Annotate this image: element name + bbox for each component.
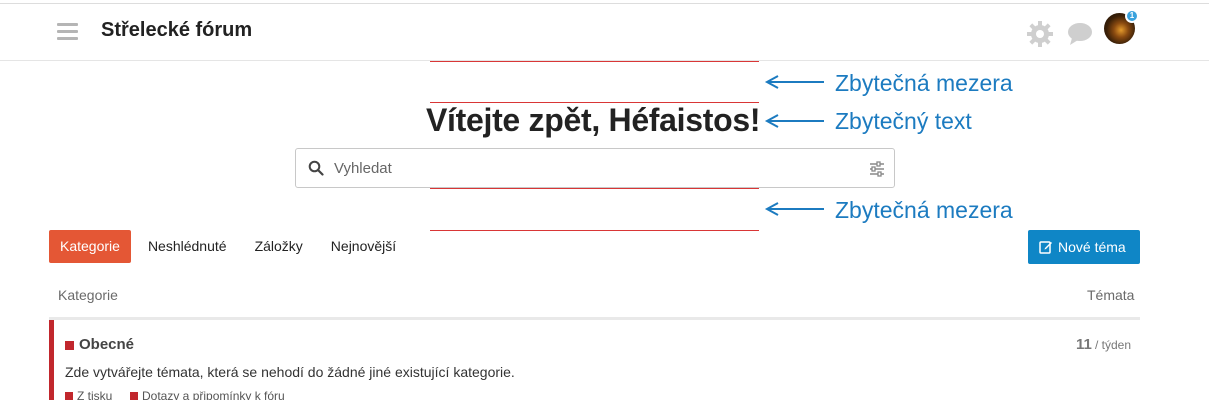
- annotation-text: Zbytečný text: [835, 108, 972, 134]
- subcategory-label: Z tisku: [77, 389, 113, 400]
- annotation-gap-top: Zbytečná mezera: [835, 70, 1013, 96]
- category-topic-period: / týden: [1095, 338, 1132, 352]
- edit-icon: [1039, 241, 1052, 254]
- category-badge: [65, 341, 74, 350]
- gear-icon[interactable]: [1026, 20, 1054, 48]
- subcategory-link[interactable]: Z tisku: [65, 389, 112, 400]
- arrow-left-icon: [764, 75, 824, 89]
- category-topic-count: 11: [1076, 336, 1092, 353]
- table-header-divider: [49, 317, 1140, 320]
- new-topic-button[interactable]: Nové téma: [1028, 230, 1140, 264]
- column-header-topics: Témata: [1087, 287, 1135, 303]
- arrow-left-icon: [764, 202, 824, 216]
- guide-line: [430, 188, 759, 189]
- subcategory-label: Dotazy a připomínky k fóru: [142, 389, 285, 400]
- tab-unseen[interactable]: Neshlédnuté: [137, 230, 238, 263]
- nav-tabs: Kategorie Neshlédnuté Záložky Nejnovější: [49, 230, 413, 264]
- search-icon: [308, 160, 324, 176]
- welcome-title: Vítejte zpět, Héfaistos!: [426, 102, 761, 138]
- notification-badge[interactable]: 1: [1125, 9, 1139, 23]
- site-title[interactable]: Střelecké fórum: [101, 19, 252, 42]
- chat-icon[interactable]: [1066, 20, 1094, 48]
- site-header: Střelecké fórum: [0, 4, 1209, 61]
- tab-categories[interactable]: Kategorie: [49, 230, 131, 263]
- hamburger-menu-icon[interactable]: [56, 21, 80, 43]
- new-topic-label: Nové téma: [1058, 239, 1126, 255]
- search-input[interactable]: [334, 150, 854, 186]
- category-color-bar: [49, 320, 54, 400]
- category-description: Zde vytvářejte témata, která se nehodí d…: [65, 364, 515, 380]
- subcategory-badge: [130, 392, 138, 400]
- tab-latest[interactable]: Nejnovější: [320, 230, 407, 263]
- subcategory-badge: [65, 392, 73, 400]
- sliders-icon[interactable]: [868, 160, 886, 178]
- guide-line: [430, 61, 759, 62]
- search-box[interactable]: [295, 148, 895, 188]
- tab-bookmarks[interactable]: Záložky: [244, 230, 314, 263]
- arrow-left-icon: [764, 114, 824, 128]
- page: Střelecké fórum 1 Zbytečná mezera Zbyteč…: [0, 0, 1209, 400]
- column-header-category: Kategorie: [58, 287, 118, 303]
- guide-line: [430, 230, 759, 231]
- category-name[interactable]: Obecné: [79, 336, 134, 353]
- annotation-gap-bottom: Zbytečná mezera: [835, 197, 1013, 223]
- subcategory-link[interactable]: Dotazy a připomínky k fóru: [130, 389, 285, 400]
